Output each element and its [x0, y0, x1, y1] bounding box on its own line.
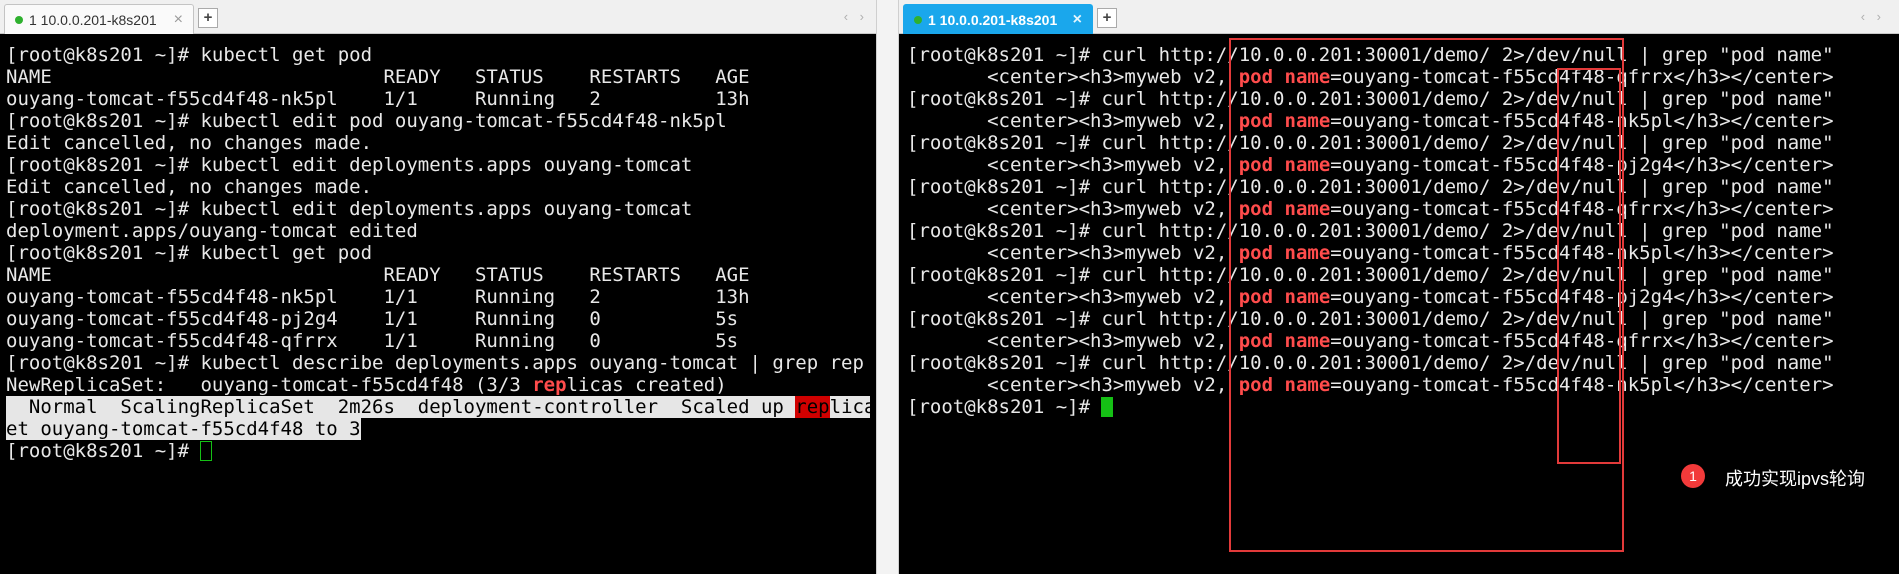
add-tab-button[interactable]: +	[1097, 8, 1117, 28]
right-tab-bar: 1 10.0.0.201-k8s201 × + ‹ ›	[899, 0, 1899, 34]
annotation-badge: 1	[1681, 464, 1705, 488]
terminal-line: ouyang-tomcat-f55cd4f48-nk5pl 1/1 Runnin…	[6, 88, 750, 110]
terminal-line: [root@k8s201 ~]# kubectl get pod	[6, 44, 373, 66]
selected-event-line: Normal ScalingReplicaSet 2m26s deploymen…	[6, 396, 876, 418]
connected-status-icon	[914, 15, 922, 24]
left-terminal-output[interactable]: [root@k8s201 ~]# kubectl get pod NAME REA…	[6, 44, 876, 462]
terminal-line: [root@k8s201 ~]# kubectl edit deployment…	[6, 198, 693, 220]
add-tab-button[interactable]: +	[198, 8, 218, 28]
left-terminal-pane: 1 10.0.0.201-k8s201 × + ‹ › [root@k8s201…	[0, 0, 876, 574]
left-tab-bar: 1 10.0.0.201-k8s201 × + ‹ ›	[0, 0, 876, 34]
annotation-text: 成功实现ipvs轮询	[1725, 469, 1866, 489]
terminal-line: ouyang-tomcat-f55cd4f48-nk5pl 1/1 Runnin…	[6, 286, 750, 308]
terminal-line: [root@k8s201 ~]# kubectl edit pod ouyang…	[6, 110, 727, 132]
close-icon[interactable]: ×	[1073, 11, 1082, 28]
close-icon[interactable]: ×	[174, 11, 183, 28]
terminal-line: Edit cancelled, no changes made.	[6, 176, 373, 198]
tab-scroll-arrows-icon[interactable]: ‹ ›	[844, 9, 868, 24]
connected-status-icon	[15, 15, 23, 24]
terminal-cursor	[1101, 397, 1114, 417]
terminal-line: ouyang-tomcat-f55cd4f48-pj2g4 1/1 Runnin…	[6, 308, 739, 330]
terminal-line: NAME READY STATUS RESTARTS AGE	[6, 264, 750, 286]
tab-scroll-arrows-icon[interactable]: ‹ ›	[1861, 9, 1885, 24]
left-session-tab-label: 1 10.0.0.201-k8s201	[29, 11, 157, 28]
right-terminal-pane: 1 10.0.0.201-k8s201 × + ‹ › [root@k8s201…	[899, 0, 1899, 574]
terminal-line: Edit cancelled, no changes made.	[6, 132, 373, 154]
terminal-line: [root@k8s201 ~]# kubectl get pod	[6, 242, 373, 264]
terminal-line: ouyang-tomcat-f55cd4f48-qfrrx 1/1 Runnin…	[6, 330, 739, 352]
terminal-line: [root@k8s201 ~]# kubectl describe deploy…	[6, 352, 864, 374]
right-session-tab[interactable]: 1 10.0.0.201-k8s201 ×	[903, 4, 1093, 34]
terminal-cursor	[200, 441, 213, 461]
pane-divider[interactable]	[876, 0, 899, 574]
terminal-line: NAME READY STATUS RESTARTS AGE	[6, 66, 750, 88]
terminal-line: deployment.apps/ouyang-tomcat edited	[6, 220, 418, 242]
terminal-line: [root@k8s201 ~]# kubectl edit deployment…	[6, 154, 693, 176]
terminal-line: NewReplicaSet: ouyang-tomcat-f55cd4f48 (…	[6, 374, 727, 396]
left-session-tab[interactable]: 1 10.0.0.201-k8s201 ×	[4, 4, 194, 34]
right-session-tab-label: 1 10.0.0.201-k8s201	[928, 11, 1058, 28]
annotation-box-pod-names	[1557, 68, 1621, 464]
terminal-prompt: [root@k8s201 ~]#	[6, 440, 870, 462]
selected-event-line-continued: et ouyang-tomcat-f55cd4f48 to 3	[6, 418, 361, 440]
